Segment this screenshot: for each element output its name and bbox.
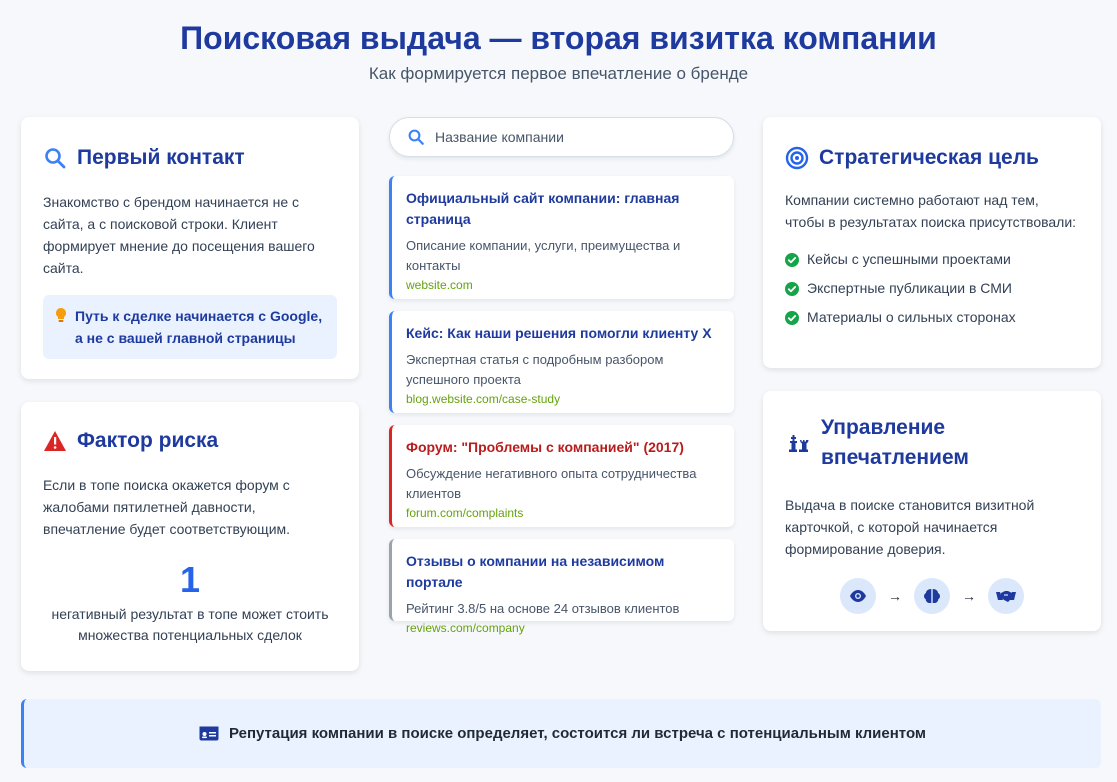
result-title[interactable]: Отзывы о компании на независимом портале <box>406 551 720 593</box>
list-item: Кейсы с успешными проектами <box>785 245 1079 274</box>
search-result-official-site[interactable]: Официальный сайт компании: главная стран… <box>389 176 734 299</box>
brain-icon <box>914 577 950 614</box>
flow-arrow: → <box>888 587 902 604</box>
check-circle-icon <box>785 310 799 325</box>
warning-icon <box>43 430 67 452</box>
flow-arrow: → <box>962 587 976 604</box>
impression-title: Управление впечатлением <box>821 416 969 470</box>
handshake-icon <box>988 577 1024 614</box>
page-subtitle: Как формируется первое впечатление о бре… <box>368 64 749 83</box>
banner-text: Репутация компании в поиске определяет, … <box>228 725 927 742</box>
checklist-item-text: Кейсы с успешными проектами <box>807 251 1011 268</box>
first-contact-heading: Первый контакт <box>43 143 337 173</box>
list-item: Экспертные публикации в СМИ <box>785 274 1079 303</box>
search-result-forum[interactable]: Форум: "Проблемы с компанией" (2017) Обс… <box>389 425 734 527</box>
page-title: Поисковая выдача — вторая визитка компан… <box>180 20 937 56</box>
impression-card: Управление впечатлением Выдача в поиске … <box>763 391 1101 631</box>
risk-card: Фактор риска Если в топе поиска окажется… <box>21 402 359 671</box>
result-description: Описание компании, услуги, преимущества … <box>406 238 681 273</box>
result-url[interactable]: website.com <box>406 277 720 293</box>
risk-text: Если в топе поиска окажется форум с жало… <box>43 477 291 538</box>
chess-icon <box>785 430 811 456</box>
search-icon <box>43 146 67 170</box>
search-icon <box>407 128 425 146</box>
risk-stat-label: негативный результат в топе может стоить… <box>51 606 329 644</box>
eye-icon <box>840 577 876 614</box>
list-item: Материалы о сильных сторонах <box>785 303 1079 332</box>
risk-stat-value: 1 <box>179 559 201 601</box>
result-url[interactable]: forum.com/complaints <box>406 505 720 521</box>
result-description: Экспертная статья с подробным разбором у… <box>406 352 664 387</box>
check-circle-icon <box>785 252 799 267</box>
goal-title: Стратегическая цель <box>819 146 1039 169</box>
result-url[interactable]: reviews.com/company <box>406 620 720 636</box>
lightbulb-icon <box>55 305 67 349</box>
result-description: Обсуждение негативного опыта сотрудничес… <box>406 466 697 501</box>
first-contact-card: Первый контакт Знакомство с брендом начи… <box>21 117 359 379</box>
impression-heading: Управление впечатлением <box>785 413 1079 474</box>
goal-text: Компании системно работают над тем, чтоб… <box>785 192 1077 231</box>
result-url[interactable]: blog.website.com/case-study <box>406 391 720 407</box>
first-contact-text: Знакомство с брендом начинается не с сай… <box>43 194 315 277</box>
target-icon <box>785 146 809 170</box>
bottom-banner: Репутация компании в поиске определяет, … <box>21 699 1101 768</box>
search-result-reviews[interactable]: Отзывы о компании на независимом портале… <box>389 539 734 635</box>
goal-checklist: Кейсы с успешными проектами Экспертные п… <box>785 245 1079 332</box>
trust-flow: → → <box>785 577 1079 614</box>
result-title[interactable]: Официальный сайт компании: главная стран… <box>406 188 720 230</box>
result-description: Рейтинг 3.8/5 на основе 24 отзывов клиен… <box>406 601 680 616</box>
search-bar[interactable] <box>389 117 734 157</box>
search-input[interactable] <box>435 129 705 145</box>
tip-box: Путь к сделке начинается с Google, а не … <box>43 295 337 360</box>
goal-heading: Стратегическая цель <box>785 143 1079 173</box>
result-title[interactable]: Кейс: Как наши решения помогли клиенту X <box>406 323 720 344</box>
risk-heading: Фактор риска <box>43 426 337 456</box>
checklist-item-text: Материалы о сильных сторонах <box>807 309 1016 326</box>
tip-text: Путь к сделке начинается с Google, а не … <box>75 308 323 347</box>
id-card-icon <box>199 726 219 741</box>
search-result-case-study[interactable]: Кейс: Как наши решения помогли клиенту X… <box>389 311 734 413</box>
risk-title: Фактор риска <box>77 429 219 452</box>
impression-text: Выдача в поиске становится визитной карт… <box>785 496 1035 557</box>
result-title[interactable]: Форум: "Проблемы с компанией" (2017) <box>406 437 720 458</box>
first-contact-title: Первый контакт <box>77 146 245 169</box>
strategic-goal-card: Стратегическая цель Компании системно ра… <box>763 117 1101 368</box>
checklist-item-text: Экспертные публикации в СМИ <box>807 280 1012 297</box>
check-circle-icon <box>785 281 799 296</box>
